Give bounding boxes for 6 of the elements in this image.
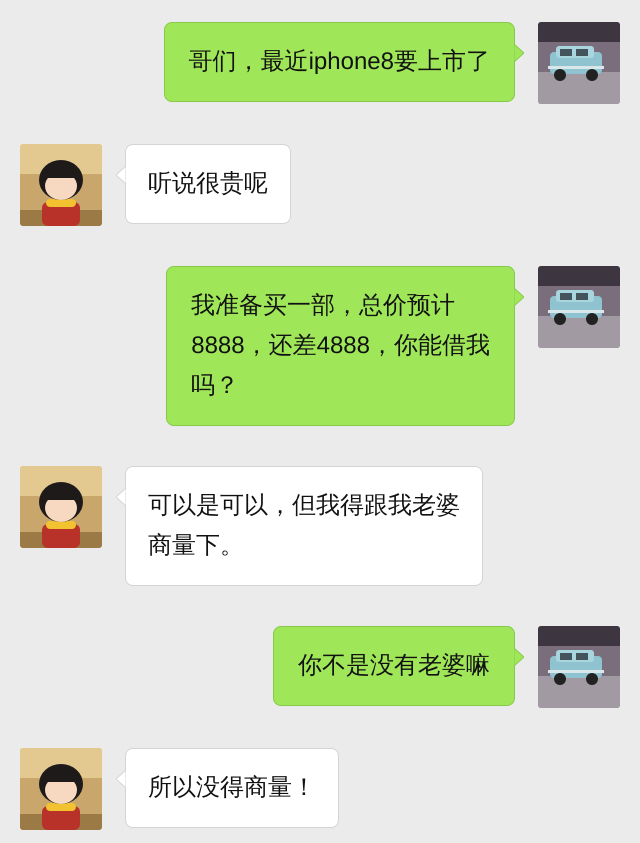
message-text: 可以是可以，但我得跟我老婆 商量下。	[148, 491, 460, 561]
message-text: 你不是没有老婆嘛	[298, 651, 490, 681]
message-text: 所以没得商量！	[148, 773, 316, 803]
message-text: 哥们，最近iphone8要上市了	[188, 47, 490, 77]
message-text: 我准备买一部，总价预计 8888，还差4888，你能借我 吗？	[191, 291, 490, 401]
message-text: 听说很贵呢	[148, 169, 268, 199]
